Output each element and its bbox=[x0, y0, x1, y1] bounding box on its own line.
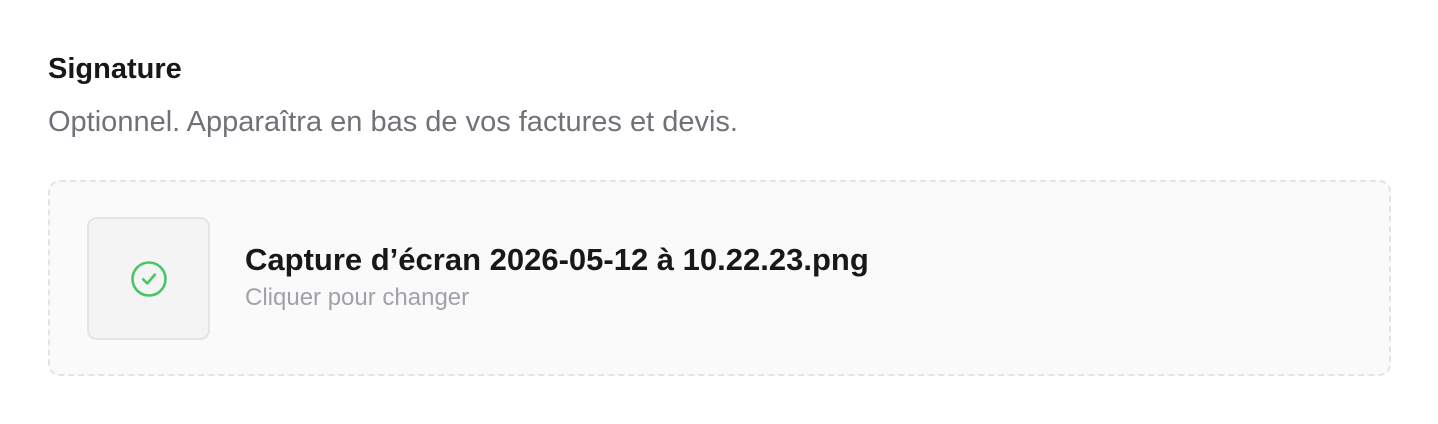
file-preview bbox=[87, 217, 210, 340]
change-file-hint: Cliquer pour changer bbox=[245, 284, 470, 311]
check-circle-icon bbox=[130, 260, 167, 297]
section-description: Optionnel. Apparaîtra en bas de vos fact… bbox=[48, 106, 738, 138]
file-name: Capture d’écran 2026-05-12 à 10.22.23.pn… bbox=[245, 242, 869, 277]
section-title: Signature bbox=[48, 53, 182, 85]
signature-upload-dropzone[interactable]: Capture d’écran 2026-05-12 à 10.22.23.pn… bbox=[48, 180, 1391, 376]
file-info: Capture d’écran 2026-05-12 à 10.22.23.pn… bbox=[245, 240, 869, 314]
signature-section: Signature Optionnel. Apparaîtra en bas d… bbox=[48, 50, 1391, 141]
